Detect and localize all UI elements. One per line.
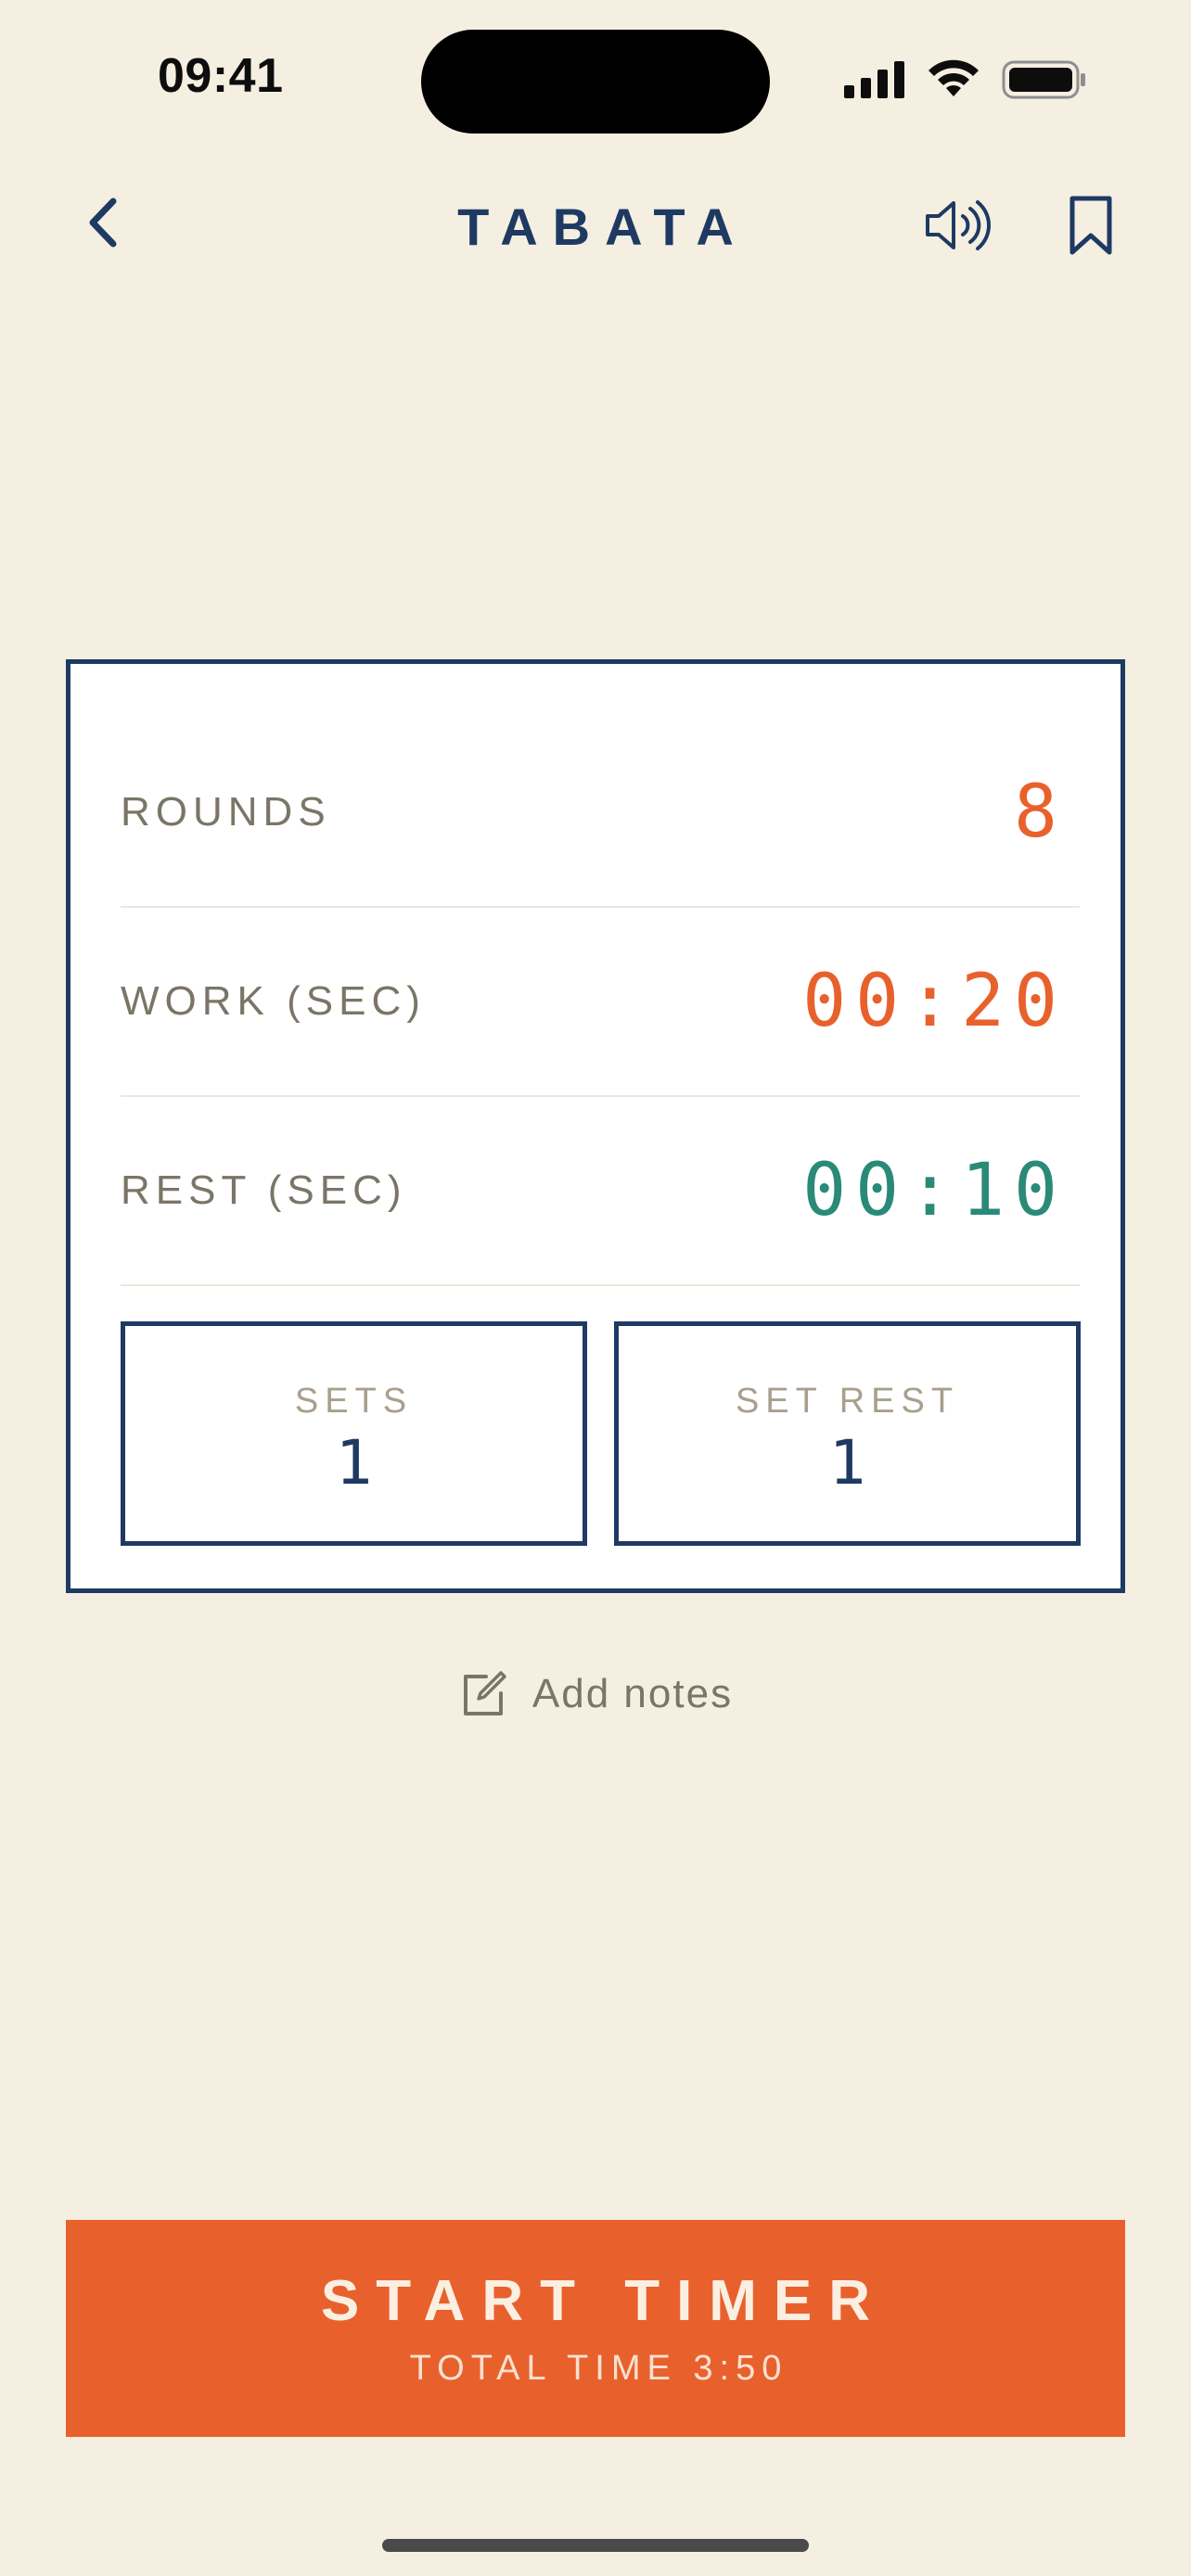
sets-box[interactable]: SETS 1	[121, 1321, 587, 1546]
cellular-signal-icon	[844, 61, 904, 98]
timer-settings-card: ROUNDS 8 WORK (SEC) 00:20 REST (SEC) 00:…	[66, 659, 1125, 1593]
wifi-icon	[928, 59, 979, 96]
rounds-value: 8	[1014, 771, 1067, 854]
sound-toggle-button[interactable]	[922, 193, 992, 258]
work-label: WORK (SEC)	[121, 978, 426, 1024]
status-icons	[844, 57, 1087, 102]
status-time: 09:41	[158, 49, 284, 103]
tabata-screen: 09:41 TABATA ROUNDS 8 WORK (SEC) 00:20 R…	[0, 0, 1191, 2576]
home-indicator[interactable]	[382, 2539, 809, 2552]
speaker-icon	[926, 200, 991, 250]
rounds-row[interactable]: ROUNDS 8	[121, 719, 1080, 908]
work-row[interactable]: WORK (SEC) 00:20	[121, 908, 1080, 1097]
work-value: 00:20	[802, 960, 1067, 1043]
rounds-label: ROUNDS	[121, 789, 331, 835]
start-timer-label: START TIMER	[320, 2269, 888, 2333]
start-timer-button[interactable]: START TIMER TOTAL TIME 3:50	[66, 2220, 1125, 2437]
total-time-label: TOTAL TIME 3:50	[409, 2349, 788, 2388]
page-title: TABATA	[457, 198, 749, 256]
rest-label: REST (SEC)	[121, 1167, 407, 1213]
add-notes-button[interactable]: Add notes	[0, 1669, 1191, 1719]
sets-value: 1	[335, 1427, 373, 1498]
dynamic-island	[421, 30, 770, 134]
sets-label: SETS	[294, 1382, 414, 1421]
set-rest-box[interactable]: SET REST 1	[614, 1321, 1081, 1546]
edit-note-icon	[463, 1671, 506, 1715]
set-rest-label: SET REST	[735, 1382, 960, 1421]
add-notes-label: Add notes	[531, 1671, 734, 1716]
battery-icon	[1002, 60, 1085, 99]
bookmark-button[interactable]	[1065, 193, 1117, 258]
rest-row[interactable]: REST (SEC) 00:10	[121, 1097, 1080, 1286]
bookmark-icon	[1069, 196, 1112, 255]
rest-value: 00:10	[802, 1149, 1067, 1232]
set-rest-value: 1	[828, 1427, 866, 1498]
